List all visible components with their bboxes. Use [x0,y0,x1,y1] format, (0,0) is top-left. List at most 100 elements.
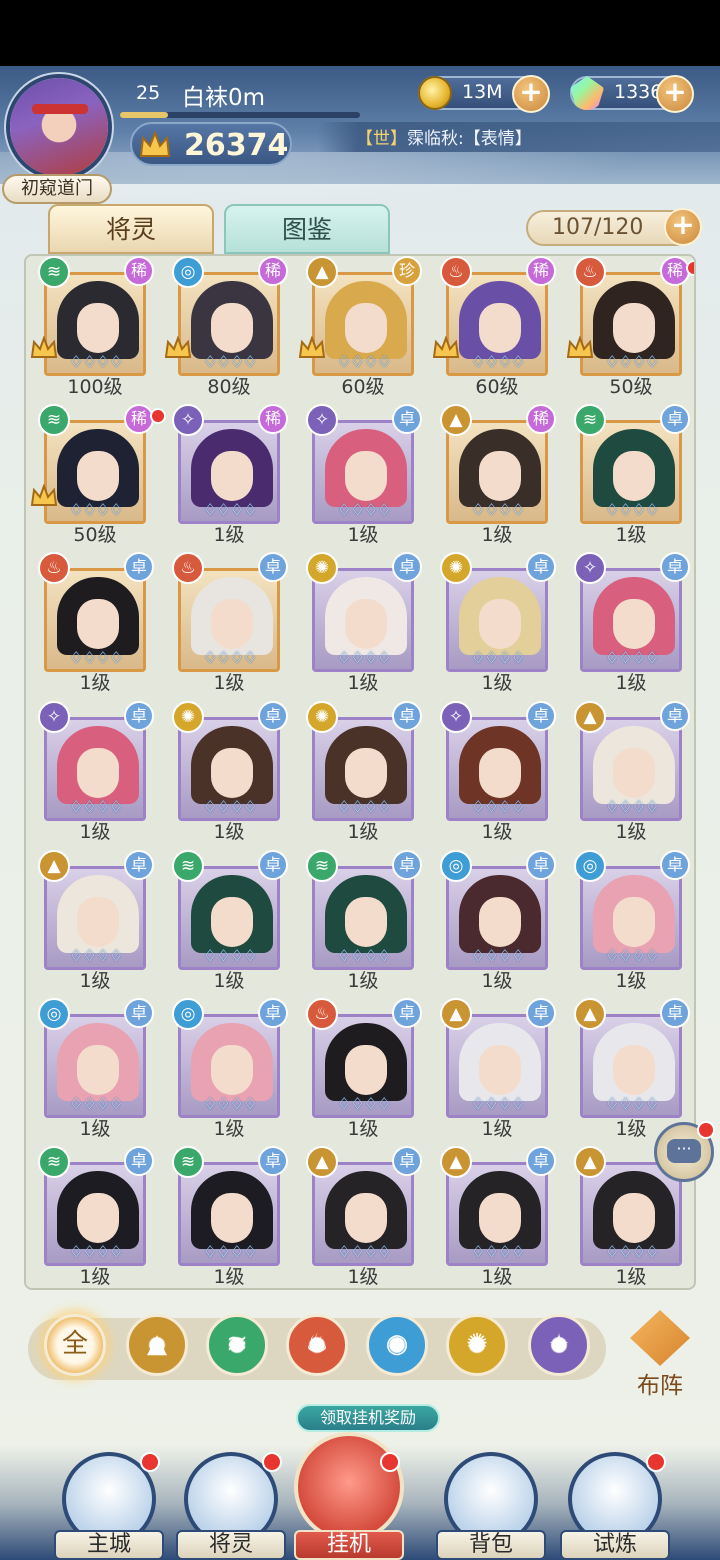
rarity-badge: 稀 [124,256,154,286]
hero-portrait: ♢♢♢♢ [312,420,414,524]
hero-card[interactable]: ♢♢♢♢ ≋ 卓 1级 [28,1146,162,1288]
star-rating: ♢♢♢♢ [203,500,257,519]
tab-heroes[interactable]: 将灵 [48,204,214,254]
formation-button[interactable]: 布阵 [620,1310,700,1400]
wind-element-icon: ≋ [306,850,338,882]
hero-card[interactable]: ♢♢♢♢ ♨ 卓 1级 [162,552,296,694]
wind-element-icon: ≋ [574,404,606,436]
hero-card[interactable]: ♢♢♢♢ ≋ 卓 1级 [296,850,430,992]
avatar-headband [32,104,88,114]
hero-card[interactable]: ♢♢♢♢ ◎ 卓 1级 [564,850,694,992]
hero-card[interactable]: ♢♢♢♢ ≋ 卓 1级 [162,1146,296,1288]
hero-card[interactable]: ♢♢♢♢▲卓1级 [296,1146,430,1288]
rarity-badge: 卓 [526,850,556,880]
star-rating: ♢♢♢♢ [337,1242,391,1261]
rarity-badge: 珍 [392,256,422,286]
hero-card[interactable]: ♢♢♢♢ ≋ 稀 50级 [28,404,166,546]
add-gem-button[interactable]: + [656,75,694,113]
star-rating: ♢♢♢♢ [69,1094,123,1113]
hero-card[interactable]: ♢♢♢♢ ✺ 卓 1级 [296,701,430,843]
earth-element-icon: ▲ [574,701,606,733]
filter-fire-button[interactable]: ♨ [286,1314,348,1376]
filter-water-button[interactable]: ◎ [366,1314,428,1376]
hero-card[interactable]: ♢♢♢♢ ♨ 稀 50级 [564,256,694,398]
hero-level: 80级 [207,376,251,398]
hero-card[interactable]: ♢♢♢♢ ✧ 卓 1级 [28,701,162,843]
star-rating: ♢♢♢♢ [203,1094,257,1113]
water-element-icon: ◎ [574,850,606,882]
filter-dark-button[interactable]: ✧ [528,1314,590,1376]
collect-idle-reward-button[interactable]: 领取挂机奖励 [296,1404,440,1432]
earth-element-icon: ▲ [440,1146,472,1178]
hero-card[interactable]: ♢♢♢♢ ≋ 卓 1级 [564,404,694,546]
hero-card[interactable]: ♢♢♢♢ ✺ 卓 1级 [162,701,296,843]
hero-card[interactable]: ♢♢♢♢ ≋ 稀 100级 [28,256,162,398]
hero-card[interactable]: ♢♢♢♢ ▲ 稀 1级 [430,404,564,546]
hero-card[interactable]: ♢♢♢♢ ♨ 卓 1级 [296,998,430,1140]
chat-channel: 【世】 [356,129,407,149]
nav-city[interactable]: 主城 [54,1452,164,1560]
water-element-icon: ◎ [172,998,204,1030]
hero-portrait: ♢♢♢♢ [178,866,280,970]
hero-card[interactable]: ♢♢♢♢ ≋ 卓 1级 [162,850,296,992]
hero-card[interactable]: ♢♢♢♢ ♨ 卓 1级 [28,552,162,694]
rarity-badge: 卓 [660,998,690,1028]
hero-card[interactable]: ♢♢♢♢▲卓1级 [28,850,162,992]
hero-card[interactable]: ♢♢♢♢ ◎ 稀 80级 [162,256,296,398]
hero-card[interactable]: ♢♢♢♢ ✧ 稀 1级 [162,404,296,546]
nav-bag[interactable]: 背包 [436,1452,546,1560]
light-element-icon: ✺ [172,701,204,733]
expand-capacity-button[interactable]: + [664,208,702,246]
hero-card[interactable]: ♢♢♢♢▲卓1级 [430,998,564,1140]
hero-card[interactable]: ♢♢♢♢ ◎ 卓 1级 [28,998,162,1140]
earth-element-icon: ▲ [574,1146,606,1178]
hero-card[interactable]: ♢♢♢♢ ✧ 卓 1级 [296,404,430,546]
hero-card[interactable]: ♢♢♢♢ ✧ 卓 1级 [564,552,694,694]
fire-element-icon: ♨ [172,552,204,584]
rarity-badge: 卓 [392,998,422,1028]
hero-portrait: ♢♢♢♢ [312,866,414,970]
hero-card[interactable]: ♢♢♢♢ ♨ 稀 60级 [430,256,564,398]
hero-portrait: ♢♢♢♢ [312,1162,414,1266]
hero-card[interactable]: ♢♢♢♢▲卓1级 [564,701,694,843]
hero-card[interactable]: ♢♢♢♢ ◎ 卓 1级 [430,850,564,992]
hero-grid-panel[interactable]: ♢♢♢♢ ≋ 稀 100级 ♢♢♢♢ ◎ 稀 80级 ♢♢♢♢ ▲ 珍 60级 ♢♢♢♢ ♨ 稀 60级 ♢♢♢… [24,254,696,1290]
chat-button[interactable]: ··· [654,1121,715,1182]
star-rating: ♢♢♢♢ [337,946,391,965]
nav-heroes[interactable]: 将灵 [176,1452,286,1560]
filter-all-button[interactable]: 全 [44,1314,106,1376]
filter-wind-button[interactable]: ≋ [206,1314,268,1376]
rarity-badge: 卓 [258,850,288,880]
hero-level: 1级 [347,1266,379,1288]
rarity-badge: 卓 [660,404,690,434]
hero-portrait: ♢♢♢♢ [44,1162,146,1266]
earth-element-icon: ▲ [574,998,606,1030]
nav-idle[interactable]: 挂机 [294,1432,404,1560]
hero-card[interactable]: ♢♢♢♢ ✺ 卓 1级 [430,552,564,694]
light-element-icon: ✺ [440,552,472,584]
chat-message[interactable]: 【世】霂临秋:【表情】 [356,124,532,149]
hero-card[interactable]: ♢♢♢♢ ✺ 卓 1级 [296,552,430,694]
hero-card[interactable]: ♢♢♢♢▲卓1级 [430,1146,564,1288]
hero-card[interactable]: ♢♢♢♢▲卓1级 [564,998,694,1140]
tab-codex[interactable]: 图鉴 [224,204,390,254]
water-element-icon: ◎ [440,850,472,882]
nav-trial[interactable]: 试炼 [560,1452,670,1560]
filter-light-button[interactable]: ✺ [446,1314,508,1376]
earth-element-icon: ▲ [440,404,472,436]
star-rating: ♢♢♢♢ [203,648,257,667]
player-avatar[interactable] [6,74,112,180]
hero-card[interactable]: ♢♢♢♢ ▲ 珍 60级 [296,256,430,398]
filter-earth-button[interactable]: ▲ [126,1314,188,1376]
hero-card[interactable]: ♢♢♢♢ ✧ 卓 1级 [430,701,564,843]
hero-level: 1级 [213,1266,245,1288]
add-gold-button[interactable]: + [512,75,550,113]
hero-card[interactable]: ♢♢♢♢ ◎ 卓 1级 [162,998,296,1140]
hero-portrait: ♢♢♢♢ [446,420,548,524]
hero-level: 60级 [341,376,385,398]
rarity-badge: 卓 [124,552,154,582]
nav-idle-label: 挂机 [294,1530,404,1560]
dark-element-icon: ✧ [172,404,204,436]
notification-dot [140,1452,160,1472]
notification-dot [262,1452,282,1472]
